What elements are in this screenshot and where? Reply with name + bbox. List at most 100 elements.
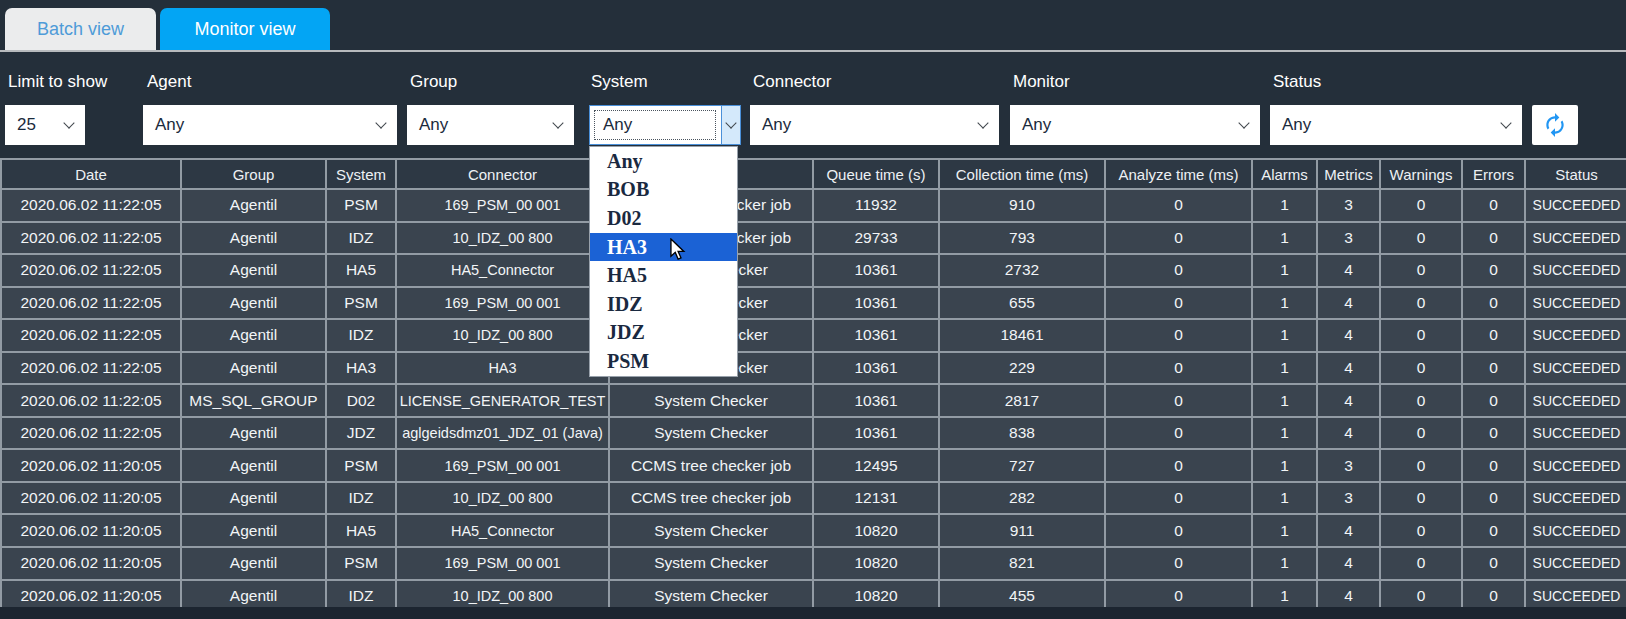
cell-connector: 169_PSM_00 001: [396, 449, 609, 482]
cell-system: JDZ: [326, 417, 396, 450]
cell-warnings: 0: [1380, 254, 1462, 287]
cell-errors: 0: [1462, 514, 1525, 547]
table-row[interactable]: 2020.06.02 11:22:05MS_SQL_GROUPD02LICENS…: [1, 384, 1626, 417]
column-header-metrics: Metrics: [1317, 159, 1380, 189]
cell-group: Agentil: [181, 417, 326, 450]
column-header-collection-time: Collection time (ms): [939, 159, 1105, 189]
cell-metrics: 4: [1317, 417, 1380, 450]
limit-select-value: 25: [17, 115, 36, 135]
cell-connector: LICENSE_GENERATOR_TEST: [396, 384, 609, 417]
cell-collection-time: 282: [939, 482, 1105, 515]
connector-select[interactable]: Any: [750, 105, 999, 145]
table-row[interactable]: 2020.06.02 11:22:05AgentilJDZaglgeidsdmz…: [1, 417, 1626, 450]
cell-warnings: 0: [1380, 384, 1462, 417]
cell-date: 2020.06.02 11:22:05: [1, 287, 181, 320]
cell-warnings: 0: [1380, 319, 1462, 352]
cell-status: SUCCEEDED: [1525, 384, 1626, 417]
cell-status: SUCCEEDED: [1525, 189, 1626, 222]
cell-connector: HA3: [396, 352, 609, 385]
table-row[interactable]: 2020.06.02 11:20:05AgentilIDZ10_IDZ_00 8…: [1, 482, 1626, 515]
cell-warnings: 0: [1380, 547, 1462, 580]
table-row[interactable]: 2020.06.02 11:22:05AgentilIDZ10_IDZ_00 8…: [1, 222, 1626, 255]
table-row[interactable]: 2020.06.02 11:22:05AgentilHA3HA3System C…: [1, 352, 1626, 385]
cell-analyze-time: 0: [1105, 287, 1252, 320]
cell-monitor: CCMS tree checker job: [609, 449, 813, 482]
cell-warnings: 0: [1380, 482, 1462, 515]
system-option-jdz[interactable]: JDZ: [590, 319, 737, 348]
cell-metrics: 3: [1317, 449, 1380, 482]
cell-system: PSM: [326, 449, 396, 482]
system-select-button[interactable]: [721, 106, 740, 144]
system-select[interactable]: Any: [589, 105, 741, 145]
cell-date: 2020.06.02 11:20:05: [1, 514, 181, 547]
group-select-value: Any: [419, 115, 448, 135]
agent-select[interactable]: Any: [143, 105, 397, 145]
cell-alarms: 1: [1252, 514, 1317, 547]
cell-queue-time: 10820: [813, 547, 939, 580]
cell-errors: 0: [1462, 222, 1525, 255]
system-option-psm[interactable]: PSM: [590, 347, 737, 376]
cell-status: SUCCEEDED: [1525, 547, 1626, 580]
cell-status: SUCCEEDED: [1525, 254, 1626, 287]
cell-alarms: 1: [1252, 547, 1317, 580]
cell-metrics: 4: [1317, 287, 1380, 320]
cell-warnings: 0: [1380, 352, 1462, 385]
table-row[interactable]: 2020.06.02 11:20:05AgentilPSM169_PSM_00 …: [1, 449, 1626, 482]
cell-date: 2020.06.02 11:22:05: [1, 352, 181, 385]
cell-connector: 169_PSM_00 001: [396, 547, 609, 580]
system-option-idz[interactable]: IDZ: [590, 290, 737, 319]
cell-system: PSM: [326, 547, 396, 580]
cell-metrics: 4: [1317, 514, 1380, 547]
system-option-bob[interactable]: BOB: [590, 176, 737, 205]
cell-queue-time: 10361: [813, 417, 939, 450]
cell-status: SUCCEEDED: [1525, 482, 1626, 515]
column-header-alarms: Alarms: [1252, 159, 1317, 189]
cell-metrics: 3: [1317, 482, 1380, 515]
monitor-select[interactable]: Any: [1010, 105, 1260, 145]
cell-connector: 10_IDZ_00 800: [396, 319, 609, 352]
column-header-connector: Connector: [396, 159, 609, 189]
cell-collection-time: 911: [939, 514, 1105, 547]
refresh-button[interactable]: [1532, 105, 1578, 145]
cell-errors: 0: [1462, 384, 1525, 417]
cell-analyze-time: 0: [1105, 417, 1252, 450]
table-row[interactable]: 2020.06.02 11:22:05AgentilPSM169_PSM_00 …: [1, 189, 1626, 222]
cell-status: SUCCEEDED: [1525, 449, 1626, 482]
limit-select[interactable]: 25: [5, 105, 85, 145]
cell-collection-time: 821: [939, 547, 1105, 580]
system-dropdown-list: AnyBOBD02HA3HA5IDZJDZPSM: [589, 146, 738, 377]
cell-metrics: 4: [1317, 319, 1380, 352]
monitor-select-value: Any: [1022, 115, 1051, 135]
table-row[interactable]: 2020.06.02 11:22:05AgentilIDZ10_IDZ_00 8…: [1, 319, 1626, 352]
table-row[interactable]: 2020.06.02 11:22:05AgentilPSM169_PSM_00 …: [1, 287, 1626, 320]
monitor-results-table: DateGroupSystemConnectorMonitorQueue tim…: [0, 158, 1626, 613]
tab-batch-view[interactable]: Batch view: [5, 8, 156, 51]
cell-collection-time: 838: [939, 417, 1105, 450]
cell-errors: 0: [1462, 547, 1525, 580]
cell-status: SUCCEEDED: [1525, 222, 1626, 255]
column-header-system: System: [326, 159, 396, 189]
cell-analyze-time: 0: [1105, 352, 1252, 385]
cell-system: PSM: [326, 287, 396, 320]
chevron-down-icon: [977, 117, 988, 128]
tab-monitor-view[interactable]: Monitor view: [160, 8, 330, 51]
group-select[interactable]: Any: [407, 105, 574, 145]
cell-alarms: 1: [1252, 222, 1317, 255]
system-option-d02[interactable]: D02: [590, 204, 737, 233]
status-select[interactable]: Any: [1270, 105, 1522, 145]
cell-alarms: 1: [1252, 189, 1317, 222]
system-option-ha5[interactable]: HA5: [590, 261, 737, 290]
cell-collection-time: 2732: [939, 254, 1105, 287]
cell-queue-time: 29733: [813, 222, 939, 255]
cell-group: Agentil: [181, 319, 326, 352]
table-row[interactable]: 2020.06.02 11:20:05AgentilHA5HA5_Connect…: [1, 514, 1626, 547]
system-select-value: Any: [603, 115, 632, 135]
system-option-ha3[interactable]: HA3: [590, 233, 737, 262]
system-option-any[interactable]: Any: [590, 147, 737, 176]
table-header-row: DateGroupSystemConnectorMonitorQueue tim…: [1, 159, 1626, 189]
cell-errors: 0: [1462, 254, 1525, 287]
cell-monitor: CCMS tree checker job: [609, 482, 813, 515]
table-row[interactable]: 2020.06.02 11:22:05AgentilHA5HA5_Connect…: [1, 254, 1626, 287]
table-row[interactable]: 2020.06.02 11:20:05AgentilPSM169_PSM_00 …: [1, 547, 1626, 580]
cell-collection-time: 229: [939, 352, 1105, 385]
